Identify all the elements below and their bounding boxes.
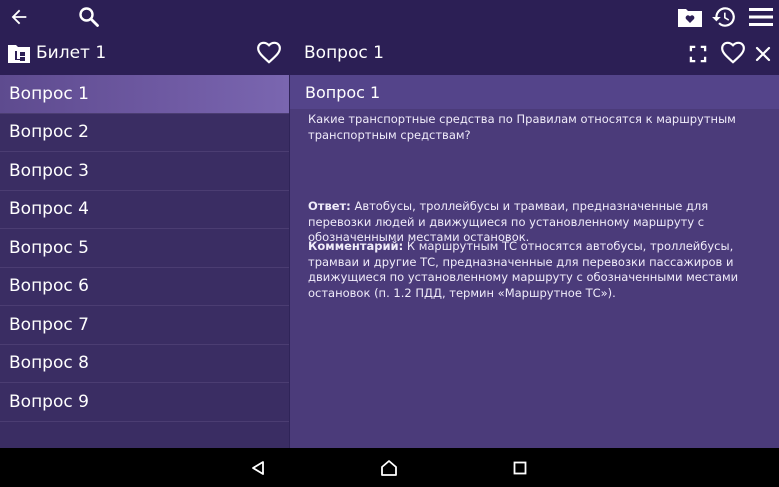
close-icon xyxy=(755,46,771,62)
list-item[interactable]: Вопрос 5 xyxy=(0,229,289,268)
question-text: Какие транспортные средства по Правилам … xyxy=(308,112,736,142)
fullscreen-button[interactable] xyxy=(687,43,709,65)
history-button[interactable] xyxy=(710,3,738,31)
ticket-favorite-button[interactable] xyxy=(255,40,283,68)
favorites-folder-button[interactable] xyxy=(676,3,704,31)
back-button[interactable] xyxy=(5,3,33,31)
question-favorite-button[interactable] xyxy=(719,40,747,68)
comment-label: Комментарий: xyxy=(308,239,404,253)
question-header: Вопрос 1 xyxy=(289,33,779,75)
menu-button[interactable] xyxy=(747,3,775,31)
question-title: Вопрос 1 xyxy=(305,83,381,102)
nav-recents-icon xyxy=(513,461,527,475)
search-button[interactable] xyxy=(75,3,103,31)
answer-text: Автобусы, троллейбусы и трамваи, предназ… xyxy=(308,199,709,244)
question-detail: Вопрос 1 Какие транспортные средства по … xyxy=(290,75,779,448)
list-item[interactable]: Вопрос 9 xyxy=(0,383,289,422)
history-icon xyxy=(712,7,735,27)
nav-back-icon xyxy=(252,461,264,475)
list-item[interactable]: Вопрос 8 xyxy=(0,345,289,383)
list-item[interactable]: Вопрос 7 xyxy=(0,306,289,345)
nav-home-icon xyxy=(381,460,397,476)
ticket-title: Билет 1 xyxy=(36,43,107,63)
nav-back-button[interactable] xyxy=(248,458,268,478)
list-item[interactable]: Вопрос 1 xyxy=(0,75,289,114)
question-list: Вопрос 1 Вопрос 2 Вопрос 3 Вопрос 4 Вопр… xyxy=(0,75,289,448)
arrow-left-icon xyxy=(11,9,27,25)
menu-icon xyxy=(749,8,773,26)
question-header-title: Вопрос 1 xyxy=(304,43,384,63)
fullscreen-icon xyxy=(689,45,707,63)
folder-heart-icon xyxy=(678,9,702,27)
list-item[interactable]: Вопрос 6 xyxy=(0,268,289,306)
list-item[interactable]: Вопрос 3 xyxy=(0,152,289,191)
nav-recents-button[interactable] xyxy=(510,458,530,478)
app-toolbar xyxy=(0,0,779,33)
heart-icon xyxy=(721,41,745,64)
close-button[interactable] xyxy=(755,46,771,62)
answer-label: Ответ: xyxy=(308,199,351,213)
list-item[interactable]: Вопрос 4 xyxy=(0,191,289,229)
search-icon xyxy=(79,7,99,27)
comment-block: Комментарий: К маршрутным ТС относятся а… xyxy=(308,239,770,301)
file-tree-icon xyxy=(8,45,30,63)
ticket-header: Билет 1 xyxy=(0,33,289,75)
list-item[interactable]: Вопрос 2 xyxy=(0,114,289,152)
heart-icon xyxy=(257,41,281,64)
system-navigation-bar xyxy=(0,448,779,487)
nav-home-button[interactable] xyxy=(379,458,399,478)
